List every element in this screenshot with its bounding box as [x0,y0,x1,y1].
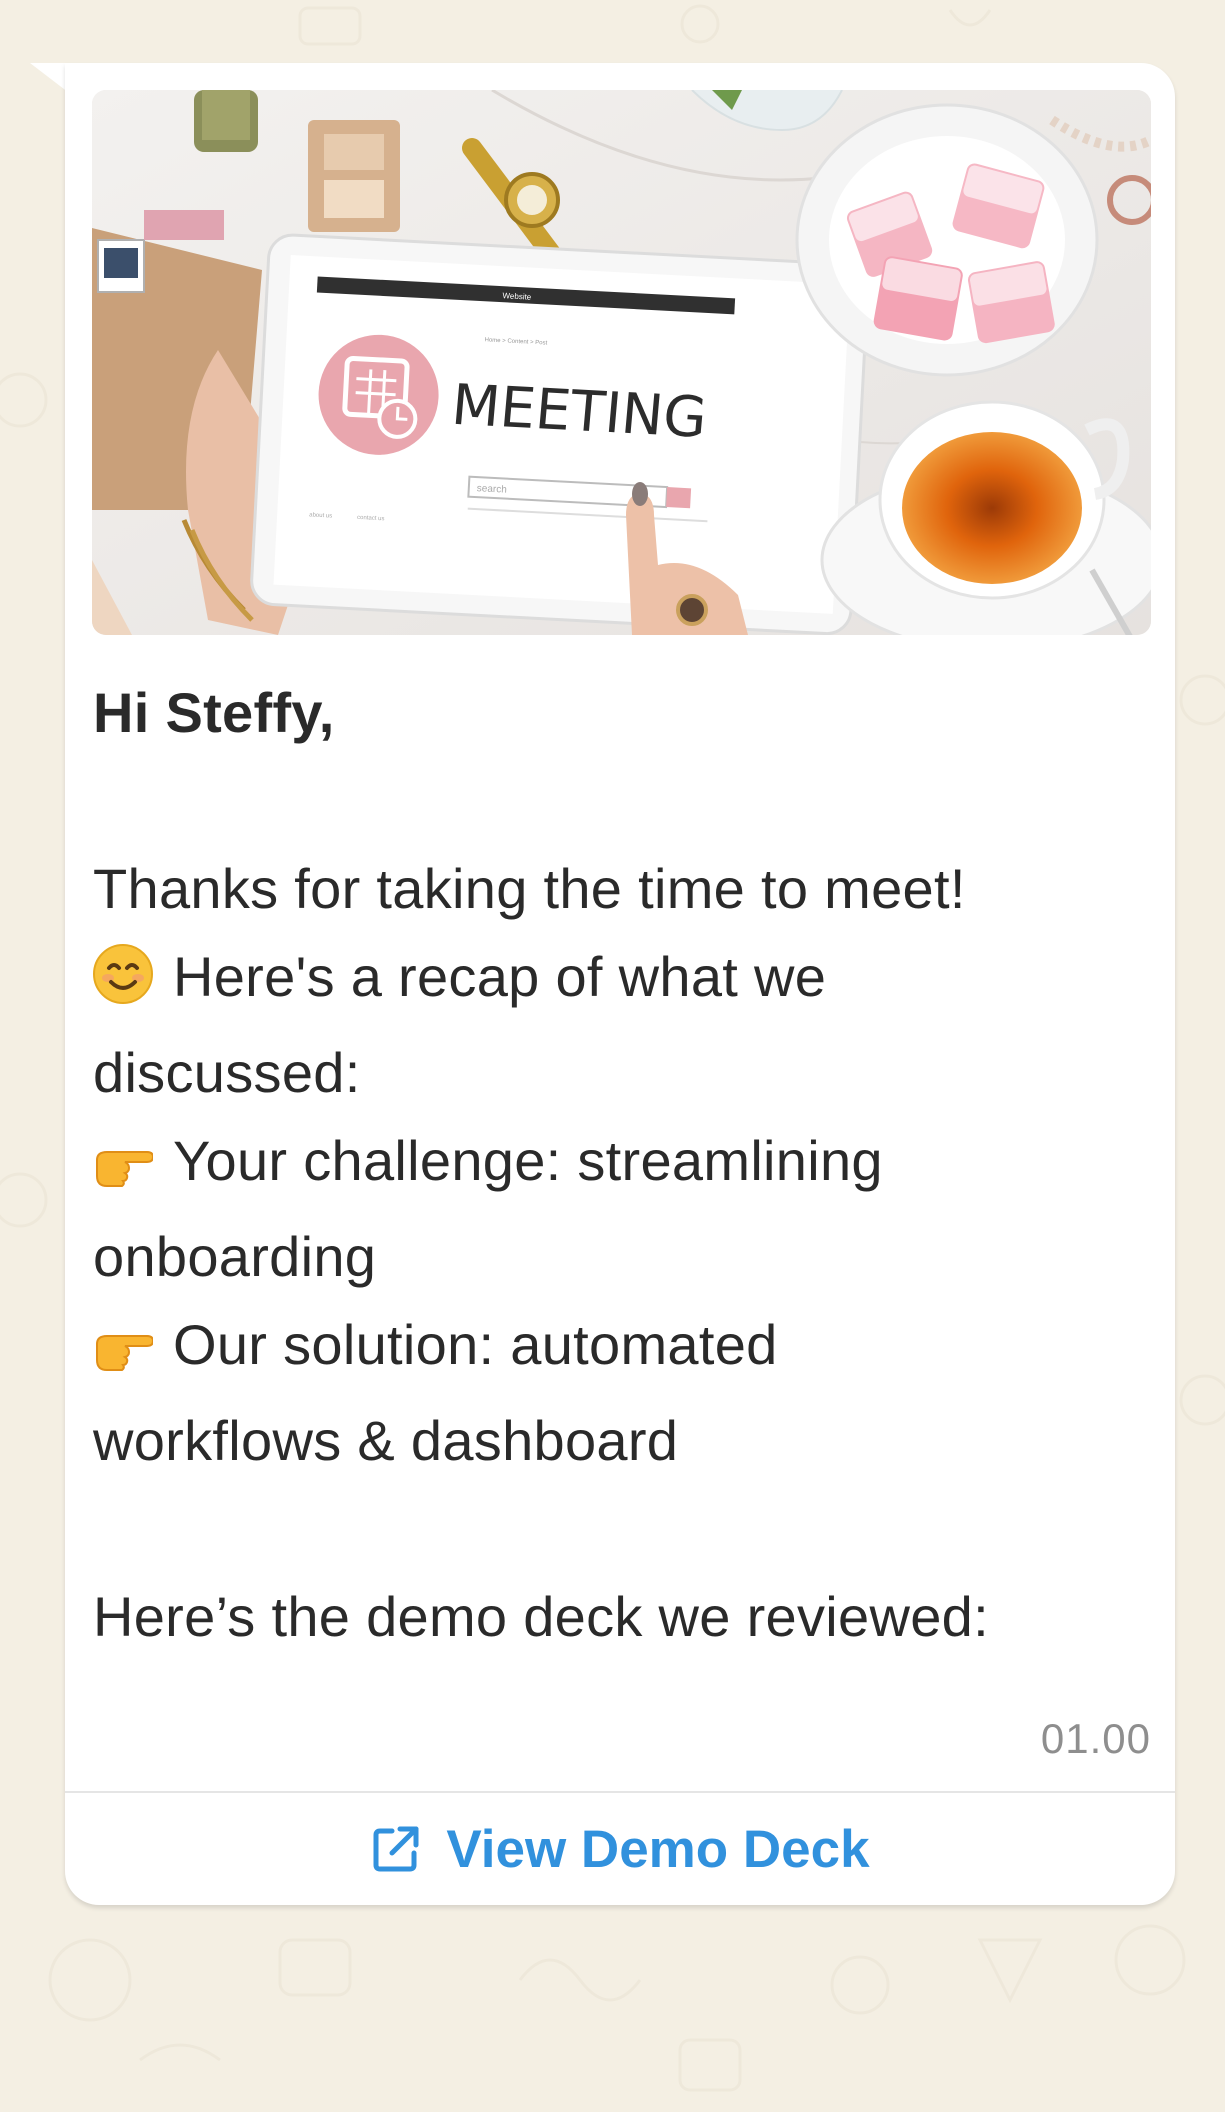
message-image[interactable]: Website Home > Content > Post MEETING se… [92,90,1151,635]
solution-text: Our solution: automated [173,1313,778,1376]
recap-line: Here's a recap of what we [93,933,1153,1029]
recap-text: Here's a recap of what we [173,945,827,1008]
pointing-right-icon [93,1125,155,1213]
smiling-face-icon [93,941,153,1029]
tablet-title: MEETING [449,373,709,451]
greeting-line: Hi Steffy, [93,681,335,744]
message-bubble: Website Home > Content > Post MEETING se… [65,63,1175,1905]
discussed-line: discussed: [93,1041,361,1104]
pointing-right-icon [93,1309,155,1397]
external-link-icon [370,1823,422,1875]
message-body: Hi Steffy, Thanks for taking the time to… [93,669,1153,1661]
meeting-photo: Website Home > Content > Post MEETING se… [92,90,1151,635]
view-demo-deck-label: View Demo Deck [446,1819,870,1879]
view-demo-deck-button[interactable]: View Demo Deck [65,1793,1175,1905]
tablet-footer-left: about us [309,512,332,519]
challenge-text: Your challenge: streamlining [173,1129,883,1192]
message-timestamp: 01.00 [1040,1715,1151,1762]
thanks-line: Thanks for taking the time to meet! [93,857,966,920]
challenge-line: Your challenge: streamlining [93,1117,1153,1213]
workflows-line: workflows & dashboard [93,1409,679,1472]
tablet-header-text: Website [502,291,532,302]
onboarding-line: onboarding [93,1225,377,1288]
solution-line: Our solution: automated [93,1301,1153,1397]
demo-deck-line: Here’s the demo deck we reviewed: [93,1585,989,1648]
tablet-search-placeholder: search [477,483,508,496]
